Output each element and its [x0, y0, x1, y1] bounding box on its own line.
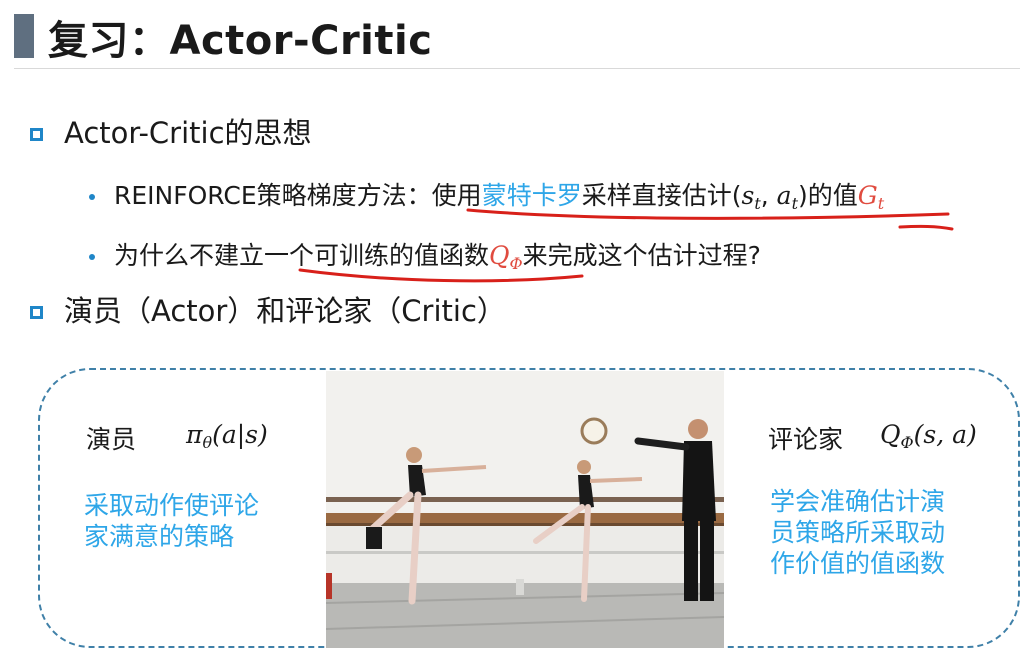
- critic-desc-line: 作价值的值函数: [770, 549, 946, 578]
- critic-value-formula: QΦ(s, a): [880, 420, 977, 452]
- math-policy-args: (a|s): [212, 420, 268, 449]
- bullet-reinforce-middle: 采样直接估计(: [581, 181, 742, 210]
- math-pi: π: [186, 420, 203, 449]
- actor-policy-formula: πθ(a|s): [186, 420, 268, 452]
- critic-label: 评论家: [768, 425, 844, 454]
- page-title: 复习：Actor-Critic: [48, 18, 433, 64]
- bullet-reinforce-prefix: REINFORCE策略梯度方法：使用: [114, 181, 482, 210]
- ballet-photo-illustration: [326, 371, 724, 648]
- bullet-dot-icon: [89, 194, 95, 200]
- math-Q: Q: [880, 420, 901, 449]
- bullet-dot-icon: [89, 254, 95, 260]
- actor-description: 采取动作使评论 家满意的策略: [84, 490, 259, 552]
- actor-desc-line: 家满意的策略: [84, 522, 235, 551]
- critic-desc-line: 员策略所采取动: [770, 518, 946, 547]
- section-heading-idea: Actor-Critic的思想: [64, 116, 312, 150]
- critic-desc-line: 学会准确估计演: [770, 487, 946, 516]
- bullet-reinforce: REINFORCE策略梯度方法：使用蒙特卡罗采样直接估计(st, at)的值Gt: [114, 180, 884, 220]
- critic-description: 学会准确估计演 员策略所采取动 作价值的值函数: [770, 486, 945, 579]
- bullet-value-function: 为什么不建立一个可训练的值函数QΦ来完成这个估计过程?: [114, 240, 761, 280]
- title-divider: [14, 68, 1020, 69]
- actor-label: 演员: [86, 425, 137, 454]
- math-return-G: G: [857, 181, 878, 210]
- math-return-subscript: t: [877, 194, 885, 213]
- bullet-reinforce-end: )的值: [798, 181, 858, 210]
- math-a: a: [776, 181, 792, 210]
- math-theta: θ: [202, 433, 213, 452]
- underline-annotation: [898, 224, 954, 231]
- math-comma: ,: [760, 181, 777, 210]
- section-heading-actor-critic: 演员（Actor）和评论家（Critic）: [64, 294, 506, 328]
- math-Phi: Φ: [900, 433, 914, 452]
- math-value-args: (s, a): [913, 420, 977, 449]
- actor-desc-line: 采取动作使评论: [84, 491, 260, 520]
- math-s: s: [741, 181, 755, 210]
- title-accent-bar: [14, 14, 34, 58]
- square-bullet-icon: [30, 306, 43, 319]
- monte-carlo-term: 蒙特卡罗: [481, 181, 582, 210]
- square-bullet-icon: [30, 128, 43, 141]
- math-Q-subscript: Φ: [509, 254, 523, 273]
- ballet-class-photo: [326, 371, 724, 648]
- bullet-value-prefix: 为什么不建立一个可训练的值函数: [114, 241, 490, 270]
- math-Q: Q: [489, 241, 510, 270]
- bullet-value-suffix: 来完成这个估计过程?: [522, 241, 761, 270]
- wall-clock-icon: [580, 417, 608, 445]
